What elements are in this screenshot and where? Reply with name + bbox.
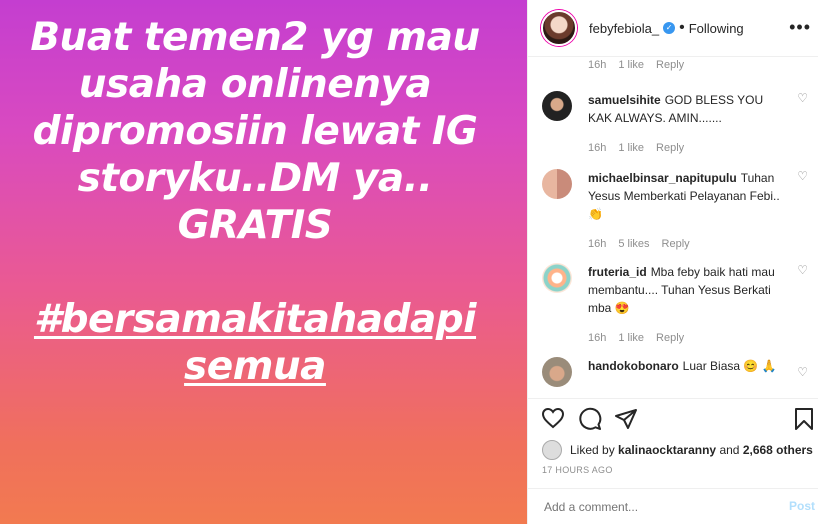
story-line: usaha onlinenya: [78, 62, 432, 107]
comment-text: Luar Biasa 😊 🙏: [682, 359, 777, 373]
like-heart-icon[interactable]: [541, 407, 565, 429]
likes-summary: Liked by kalinaocktaranny and 2,668 othe…: [542, 440, 813, 460]
separator: •: [679, 19, 685, 36]
story-hashtag[interactable]: #bersamakitahadapi: [34, 297, 477, 342]
liked-by-count[interactable]: 2,668 others: [743, 443, 813, 457]
like-comment-heart-icon[interactable]: ♡: [797, 169, 808, 183]
post-timestamp[interactable]: 17 HOURS AGO: [542, 465, 613, 475]
verified-icon: ✓: [663, 22, 676, 34]
liked-by-prefix: Liked by: [570, 443, 615, 457]
comment-time: 16h: [588, 238, 607, 250]
username-link[interactable]: febyfebiola_: [589, 21, 659, 36]
reply-button[interactable]: Reply: [656, 142, 684, 154]
add-comment-bar: Post: [528, 488, 818, 525]
avatar[interactable]: [541, 10, 577, 46]
comment-time: 16h: [588, 59, 607, 71]
comment-username[interactable]: michaelbinsar_napitupulu: [588, 171, 737, 185]
story-line: Buat temen2 yg mau: [30, 15, 480, 60]
comment-meta: 16h 1 like Reply: [588, 139, 788, 157]
comment-time: 16h: [588, 142, 607, 154]
story-image: Buat temen2 yg mau usaha onlinenya dipro…: [0, 0, 527, 524]
reply-button[interactable]: Reply: [656, 332, 684, 344]
reply-button[interactable]: Reply: [656, 59, 684, 71]
post-actions: [528, 398, 818, 439]
liked-by-mid: and: [719, 443, 740, 457]
comment-username[interactable]: samuelsihite: [588, 93, 661, 107]
story-hashtag[interactable]: semua: [184, 344, 326, 389]
liked-by-user[interactable]: kalinaocktaranny: [618, 443, 716, 457]
story-line: dipromosiin lewat IG: [32, 109, 478, 154]
comment-bubble-icon[interactable]: [578, 407, 602, 431]
avatar[interactable]: [542, 263, 572, 293]
post-header: febyfebiola_ ✓ • Following •••: [528, 0, 818, 57]
comment-likes[interactable]: 1 like: [618, 142, 644, 154]
like-comment-heart-icon[interactable]: ♡: [797, 91, 808, 105]
post-panel: febyfebiola_ ✓ • Following ••• 16h 1 like…: [527, 0, 818, 524]
like-comment-heart-icon[interactable]: ♡: [797, 263, 808, 277]
story-text: Buat temen2 yg mau usaha onlinenya dipro…: [0, 14, 510, 390]
comment-likes[interactable]: 1 like: [618, 332, 644, 344]
story-line: GRATIS: [177, 203, 333, 248]
save-bookmark-icon[interactable]: [794, 407, 814, 431]
post-button[interactable]: Post: [789, 499, 815, 513]
comment-meta: 16h 5 likes Reply: [588, 235, 788, 253]
following-button[interactable]: Following: [689, 21, 744, 36]
comment-time: 16h: [588, 332, 607, 344]
comment-likes[interactable]: 1 like: [618, 59, 644, 71]
avatar[interactable]: [542, 169, 572, 199]
avatar[interactable]: [542, 357, 572, 387]
comment-username[interactable]: handokobonaro: [588, 359, 679, 373]
avatar[interactable]: [542, 440, 562, 460]
comment-meta: 16h 1 like Reply: [588, 59, 696, 71]
comments-list[interactable]: 16h 1 like Reply samuelsihite GOD BLESS YOU…: [528, 57, 818, 395]
comment-username[interactable]: fruteria_id: [588, 265, 647, 279]
story-line: storyku..DM ya..: [77, 156, 433, 201]
like-comment-heart-icon[interactable]: ♡: [797, 365, 808, 379]
reply-button[interactable]: Reply: [662, 238, 690, 250]
more-options-icon[interactable]: •••: [789, 17, 811, 38]
share-direct-icon[interactable]: [614, 407, 638, 431]
avatar[interactable]: [542, 91, 572, 121]
comment-meta: 16h 1 like Reply: [588, 329, 788, 347]
comment-likes[interactable]: 5 likes: [618, 238, 649, 250]
comment-input[interactable]: [542, 499, 766, 515]
